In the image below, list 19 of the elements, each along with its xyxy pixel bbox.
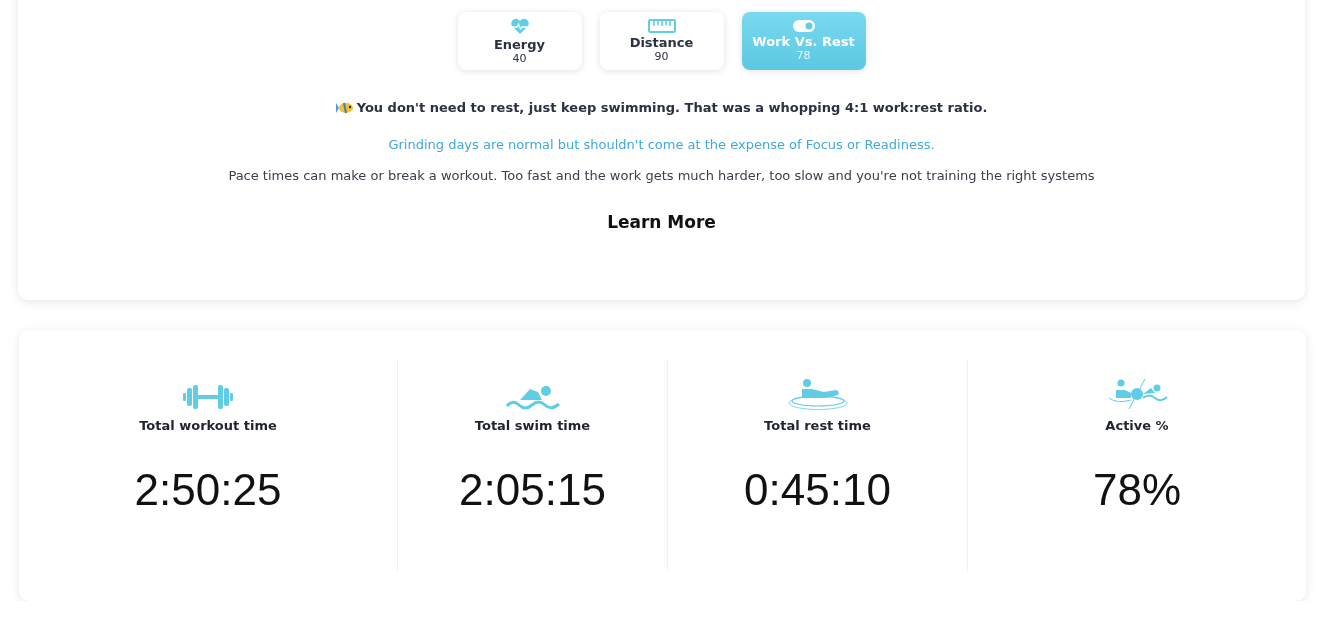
stat-value: 2:50:25: [134, 465, 282, 515]
stat-value: 2:05:15: [459, 465, 606, 515]
stat-value: 78%: [1092, 465, 1182, 515]
fish-icon: [335, 100, 354, 115]
metric-tab[interactable]: Distance 90: [599, 12, 724, 70]
stat-label: Active %: [1105, 418, 1169, 433]
toggle-icon: [792, 20, 815, 32]
learn-more-link[interactable]: Learn More: [607, 212, 716, 232]
message-text: You don't need to rest, just keep swimming. That was a whopping 4:1 work:rest ratio.: [356, 100, 988, 115]
metric-tab[interactable]: Energy 40: [457, 12, 582, 70]
floating-person-icon: [787, 378, 848, 410]
ruler-icon: [647, 19, 676, 33]
description-text: Pace times can make or break a workout. Too fast and the work gets much harder, too slow and you're not training the right systems: [228, 168, 1095, 183]
note-text: Grinding days are normal but shouldn't come at the expense of Focus or Readiness.: [388, 137, 935, 152]
heart-icon: [509, 17, 530, 35]
stat-label: Total workout time: [139, 418, 277, 433]
stat-label: Total swim time: [474, 418, 591, 433]
stat-value: 0:45:10: [744, 465, 891, 515]
stat-label: Total rest time: [764, 418, 871, 433]
